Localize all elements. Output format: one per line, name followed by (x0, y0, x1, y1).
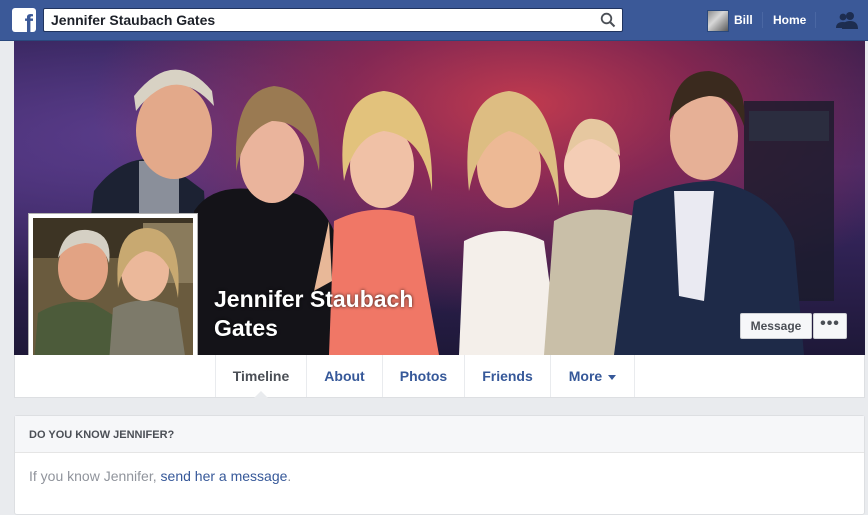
active-tab-indicator (254, 391, 268, 398)
tab-timeline[interactable]: Timeline (215, 355, 307, 398)
tab-friends-label: Friends (482, 368, 533, 384)
facebook-logo-icon[interactable]: f (12, 8, 36, 32)
panel-heading: DO YOU KNOW JENNIFER? (15, 416, 864, 453)
panel-text: If you know Jennifer, (29, 468, 161, 484)
nav-divider (762, 12, 763, 28)
home-link[interactable]: Home (773, 13, 806, 27)
tab-timeline-label: Timeline (232, 368, 290, 384)
chevron-down-icon (608, 374, 617, 380)
more-options-button[interactable]: ••• (813, 313, 847, 339)
profile-photo-image (33, 218, 193, 376)
profile-name-line2: Gates (214, 315, 278, 341)
tab-friends[interactable]: Friends (465, 355, 551, 397)
message-button[interactable]: Message (740, 313, 812, 339)
user-avatar[interactable] (707, 10, 729, 32)
user-profile-link[interactable]: Bill (734, 13, 753, 27)
tab-about-label: About (324, 368, 365, 384)
profile-tab-bar: Timeline About Photos Friends More (14, 355, 865, 398)
friend-requests-icon[interactable] (836, 11, 858, 29)
search-input[interactable]: Jennifer Staubach Gates (43, 8, 623, 32)
do-you-know-panel: DO YOU KNOW JENNIFER? If you know Jennif… (14, 415, 865, 515)
search-input-value: Jennifer Staubach Gates (51, 12, 216, 28)
tab-photos[interactable]: Photos (383, 355, 465, 397)
nav-divider (815, 12, 816, 28)
tab-more[interactable]: More (551, 355, 635, 397)
tab-photos-label: Photos (399, 368, 448, 384)
search-icon[interactable] (600, 12, 616, 28)
tab-about[interactable]: About (307, 355, 383, 397)
panel-text-suffix: . (287, 468, 292, 484)
profile-name[interactable]: Jennifer Staubach Gates (214, 285, 454, 343)
profile-name-line1: Jennifer Staubach (214, 286, 414, 312)
panel-body: If you know Jennifer, send her a message… (15, 453, 864, 484)
tab-more-label: More (568, 368, 603, 384)
top-navigation-bar: f Jennifer Staubach Gates Bill Home (0, 0, 868, 41)
send-message-link[interactable]: send her a message (161, 468, 288, 484)
